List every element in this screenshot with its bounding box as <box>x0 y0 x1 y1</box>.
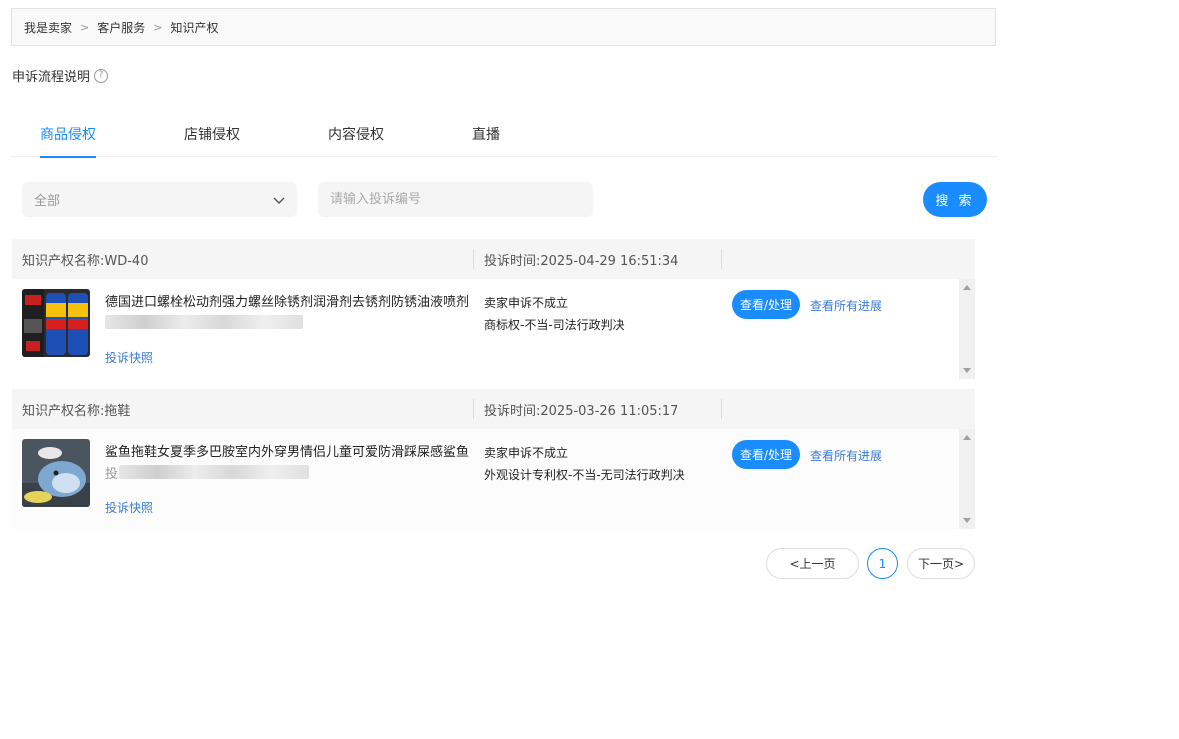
tab-live[interactable]: 直播 <box>472 124 500 156</box>
product-thumbnail[interactable] <box>22 289 90 357</box>
appeal-process-label: 申诉流程说明 <box>12 70 91 85</box>
next-page-button[interactable]: 下一页> <box>907 548 975 579</box>
blurred-info <box>119 465 309 479</box>
breadcrumb-separator-icon: > <box>80 20 90 34</box>
breadcrumb-seller[interactable]: 我是卖家 <box>24 19 72 36</box>
appeal-process-info: 申诉流程说明 ? <box>12 66 109 85</box>
chevron-down-icon <box>273 197 285 204</box>
divider <box>473 399 474 419</box>
scroll-down-icon[interactable] <box>963 518 971 523</box>
search-button[interactable]: 搜 索 <box>923 182 987 217</box>
tab-content-infringement[interactable]: 内容侵权 <box>328 124 384 156</box>
blurred-info <box>105 315 303 329</box>
breadcrumb-customer-service[interactable]: 客户服务 <box>97 19 145 36</box>
complaint-card: 知识产权名称:拖鞋 投诉时间:2025-03-26 11:05:17 鲨鱼拖鞋女… <box>12 389 975 529</box>
question-icon[interactable]: ? <box>94 68 109 83</box>
scroll-down-icon[interactable] <box>963 368 971 373</box>
divider <box>473 249 474 269</box>
view-all-progress-link[interactable]: 查看所有进展 <box>810 297 882 314</box>
complaint-number-input[interactable] <box>318 182 593 217</box>
card-header: 知识产权名称:WD-40 投诉时间:2025-04-29 16:51:34 <box>12 239 975 279</box>
view-all-progress-link[interactable]: 查看所有进展 <box>810 447 882 464</box>
appeal-status: 卖家申诉不成立 <box>484 296 569 310</box>
view-handle-button[interactable]: 查看/处理 <box>732 290 800 319</box>
product-title[interactable]: 德国进口螺栓松动剂强力螺丝除锈剂润滑剂去锈剂防锈油液喷剂 <box>105 291 473 310</box>
prev-page-button[interactable]: <上一页 <box>766 548 859 579</box>
breadcrumb: 我是卖家 > 客户服务 > 知识产权 <box>11 8 996 46</box>
tab-store-infringement[interactable]: 店铺侵权 <box>184 124 240 156</box>
status-select[interactable]: 全部 <box>22 182 297 217</box>
scroll-up-icon[interactable] <box>963 435 971 440</box>
tab-product-infringement[interactable]: 商品侵权 <box>40 124 96 158</box>
ip-name: 知识产权名称:拖鞋 <box>22 403 131 419</box>
complaint-time: 投诉时间:2025-03-26 11:05:17 <box>484 403 679 419</box>
divider <box>721 399 722 419</box>
page-number-current[interactable]: 1 <box>867 548 898 579</box>
blurred-info-prefix: 投 <box>105 467 119 482</box>
breadcrumb-ip: 知识产权 <box>170 20 219 35</box>
complaint-reason: 外观设计专利权-不当-无司法行政判决 <box>484 468 685 482</box>
ip-name: 知识产权名称:WD-40 <box>22 253 149 269</box>
complaint-snapshot-link[interactable]: 投诉快照 <box>105 499 153 516</box>
complaint-snapshot-link[interactable]: 投诉快照 <box>105 349 153 366</box>
scroll-up-icon[interactable] <box>963 285 971 290</box>
complaint-card: 知识产权名称:WD-40 投诉时间:2025-04-29 16:51:34 德国… <box>12 239 975 379</box>
status-select-value: 全部 <box>34 194 61 209</box>
product-thumbnail[interactable] <box>22 439 90 507</box>
scrollbar[interactable] <box>959 279 975 379</box>
card-header: 知识产权名称:拖鞋 投诉时间:2025-03-26 11:05:17 <box>12 389 975 429</box>
complaint-reason: 商标权-不当-司法行政判决 <box>484 318 625 332</box>
divider <box>721 249 722 269</box>
appeal-status: 卖家申诉不成立 <box>484 446 569 460</box>
scrollbar[interactable] <box>959 429 975 529</box>
product-title[interactable]: 鲨鱼拖鞋女夏季多巴胺室内外穿男情侣儿童可爱防滑踩屎感鲨鱼 <box>105 441 473 460</box>
breadcrumb-separator-icon: > <box>153 20 163 34</box>
complaint-time: 投诉时间:2025-04-29 16:51:34 <box>484 253 679 269</box>
card-body: 鲨鱼拖鞋女夏季多巴胺室内外穿男情侣儿童可爱防滑踩屎感鲨鱼 投 投诉快照 卖家申诉… <box>12 429 975 529</box>
tab-bar: 商品侵权 店铺侵权 内容侵权 直播 <box>11 112 997 158</box>
card-body: 德国进口螺栓松动剂强力螺丝除锈剂润滑剂去锈剂防锈油液喷剂 投诉快照 卖家申诉不成… <box>12 279 975 379</box>
view-handle-button[interactable]: 查看/处理 <box>732 440 800 469</box>
